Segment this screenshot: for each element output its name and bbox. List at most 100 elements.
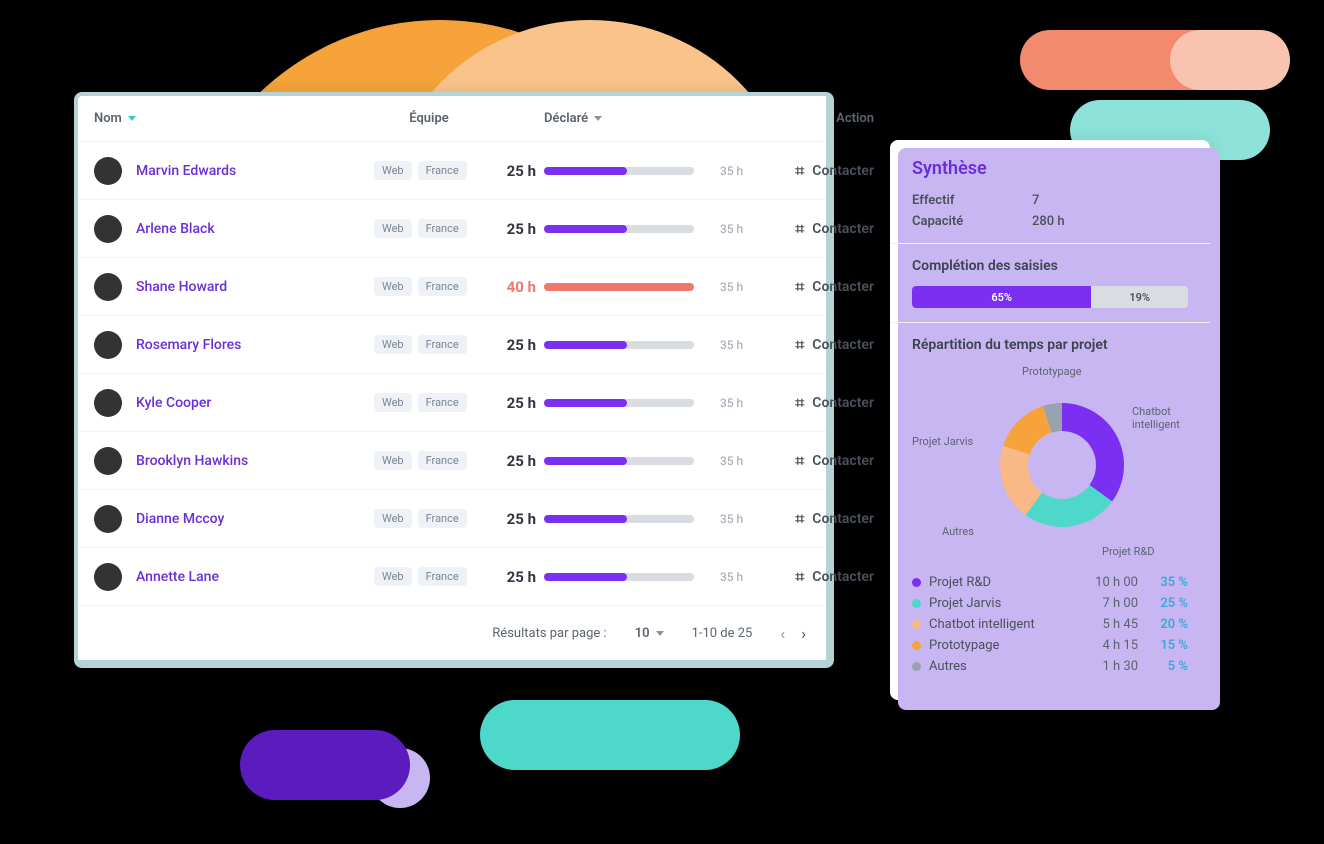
progress-bar xyxy=(544,515,694,523)
sort-caret-icon xyxy=(128,116,136,121)
tag-web: Web xyxy=(374,277,412,296)
tag-france: France xyxy=(418,567,467,586)
avatar xyxy=(94,563,122,591)
declared-hours: 25 h xyxy=(484,452,544,470)
team-tags: WebFrance xyxy=(374,567,484,586)
legend-row: Chatbot intelligent5 h 4520 % xyxy=(912,617,1188,632)
tag-france: France xyxy=(418,393,467,412)
kv-effectif: Effectif 7 xyxy=(912,193,1188,208)
team-tags: WebFrance xyxy=(374,509,484,528)
tag-france: France xyxy=(418,277,467,296)
team-tags: Web France xyxy=(374,277,484,296)
effectif-value: 7 xyxy=(1032,193,1039,208)
donut-label-rd: Projet R&D xyxy=(1102,545,1154,558)
per-page-value: 10 xyxy=(635,626,650,641)
legend-dot-icon xyxy=(912,599,921,608)
contact-button[interactable]: ⌗Contacter xyxy=(764,393,874,413)
contact-label: Contacter xyxy=(812,511,874,527)
table-body: Marvin EdwardsWebFrance25 h35 h⌗Contacte… xyxy=(78,142,826,606)
legend-row: Prototypage4 h 1515 % xyxy=(912,638,1188,653)
declared-hours: 40 h xyxy=(484,278,544,296)
prev-page-button[interactable]: ‹ xyxy=(780,624,785,643)
contact-button[interactable]: ⌗ Contacter xyxy=(764,451,874,471)
legend-name: Projet Jarvis xyxy=(929,596,1078,611)
slack-icon: ⌗ xyxy=(795,219,804,239)
donut-label-jarvis: Projet Jarvis xyxy=(912,435,973,448)
capacite-label: Capacité xyxy=(912,214,1032,229)
legend-hours: 5 h 45 xyxy=(1078,617,1138,632)
progress-bar xyxy=(544,457,694,465)
capacity-hours: 35 h xyxy=(714,396,764,410)
chevron-down-icon xyxy=(656,631,664,636)
contact-button[interactable]: ⌗Contacter xyxy=(764,335,874,355)
table-row: Marvin EdwardsWebFrance25 h35 h⌗Contacte… xyxy=(78,142,826,200)
summary-title: Synthèse xyxy=(912,158,1188,179)
tag-web: Web xyxy=(374,509,412,528)
table-header-row: Nom Équipe Déclaré Action xyxy=(78,96,826,142)
legend-percent: 5 % xyxy=(1138,659,1188,674)
person-name-link[interactable]: Rosemary Flores xyxy=(136,337,241,353)
person-name-link[interactable]: Shane Howard xyxy=(136,279,227,295)
bg-blob-teal-bottom xyxy=(480,700,740,770)
declared-hours: 25 h xyxy=(484,394,544,412)
progress-bar xyxy=(544,573,694,581)
slack-icon: ⌗ xyxy=(795,277,804,297)
summary-card: Synthèse Effectif 7 Capacité 280 h Compl… xyxy=(890,140,1210,700)
legend-hours: 4 h 15 xyxy=(1078,638,1138,653)
col-declared-sort[interactable]: Déclaré xyxy=(544,111,714,126)
slack-icon: ⌗ xyxy=(795,161,804,181)
capacity-hours: 35 h xyxy=(714,280,764,294)
person-name-link[interactable]: Kyle Cooper xyxy=(136,395,211,411)
contact-label: Contacter xyxy=(812,453,874,469)
slack-icon: ⌗ xyxy=(795,451,804,471)
bg-blob-purple-bottom xyxy=(240,730,410,800)
person-name-link[interactable]: Annette Lane xyxy=(136,569,219,585)
donut-slice xyxy=(1003,406,1051,454)
contact-button[interactable]: ⌗Contacter xyxy=(764,219,874,239)
person-name-link[interactable]: Dianne Mccoy xyxy=(136,511,224,527)
team-tags: WebFrance xyxy=(374,161,484,180)
table-row: Shane HowardWebFrance40 h35 h⌗Contacter xyxy=(78,258,826,316)
capacity-hours: 35 h xyxy=(714,454,764,468)
progress-bar xyxy=(544,283,694,291)
team-tags: WebFrance xyxy=(374,393,484,412)
contact-button[interactable]: ⌗Contacter xyxy=(764,509,874,529)
progress-bar xyxy=(544,167,694,175)
table-row: Kyle CooperWebFrance25 h35 h⌗Contacter xyxy=(78,374,826,432)
next-page-button[interactable]: › xyxy=(801,624,806,643)
per-page-select[interactable]: 10 xyxy=(635,626,664,641)
legend-name: Projet R&D xyxy=(929,575,1078,590)
table-row: Dianne MccoyWebFrance25 h35 h⌗Contacter xyxy=(78,490,826,548)
kv-capacite: Capacité 280 h xyxy=(912,214,1188,229)
donut-svg xyxy=(982,385,1142,545)
progress-bar xyxy=(544,341,694,349)
completion-title: Complétion des saisies xyxy=(912,258,1188,274)
col-name-label: Nom xyxy=(94,111,122,126)
contact-button[interactable]: ⌗ Contacter xyxy=(764,161,874,181)
tag-web: Web xyxy=(374,161,412,180)
legend-hours: 10 h 00 xyxy=(1078,575,1138,590)
legend-row: Autres1 h 305 % xyxy=(912,659,1188,674)
page-range: 1-10 de 25 xyxy=(692,626,753,641)
legend-name: Autres xyxy=(929,659,1078,674)
contact-button[interactable]: ⌗Contacter xyxy=(764,567,874,587)
declared-hours: 25 h xyxy=(484,162,544,180)
legend-hours: 7 h 00 xyxy=(1078,596,1138,611)
person-name-link[interactable]: Brooklyn Hawkins xyxy=(136,453,248,469)
col-name-sort[interactable]: Nom xyxy=(94,111,374,126)
completion-seg-a: 65% xyxy=(912,286,1091,308)
contact-label: Contacter xyxy=(812,279,874,295)
slack-icon: ⌗ xyxy=(795,393,804,413)
capacite-value: 280 h xyxy=(1032,214,1065,229)
repartition-title: Répartition du temps par projet xyxy=(912,337,1188,353)
contact-button[interactable]: ⌗ Contacter xyxy=(764,277,874,297)
person-name-link[interactable]: Marvin Edwards xyxy=(136,163,236,179)
legend-percent: 25 % xyxy=(1138,596,1188,611)
contact-label: Contacter xyxy=(812,163,874,179)
legend-percent: 35 % xyxy=(1138,575,1188,590)
legend-dot-icon xyxy=(912,578,921,587)
person-name-link[interactable]: Arlene Black xyxy=(136,221,215,237)
slack-icon: ⌗ xyxy=(795,335,804,355)
tag-web: Web xyxy=(374,451,412,470)
avatar xyxy=(94,447,122,475)
